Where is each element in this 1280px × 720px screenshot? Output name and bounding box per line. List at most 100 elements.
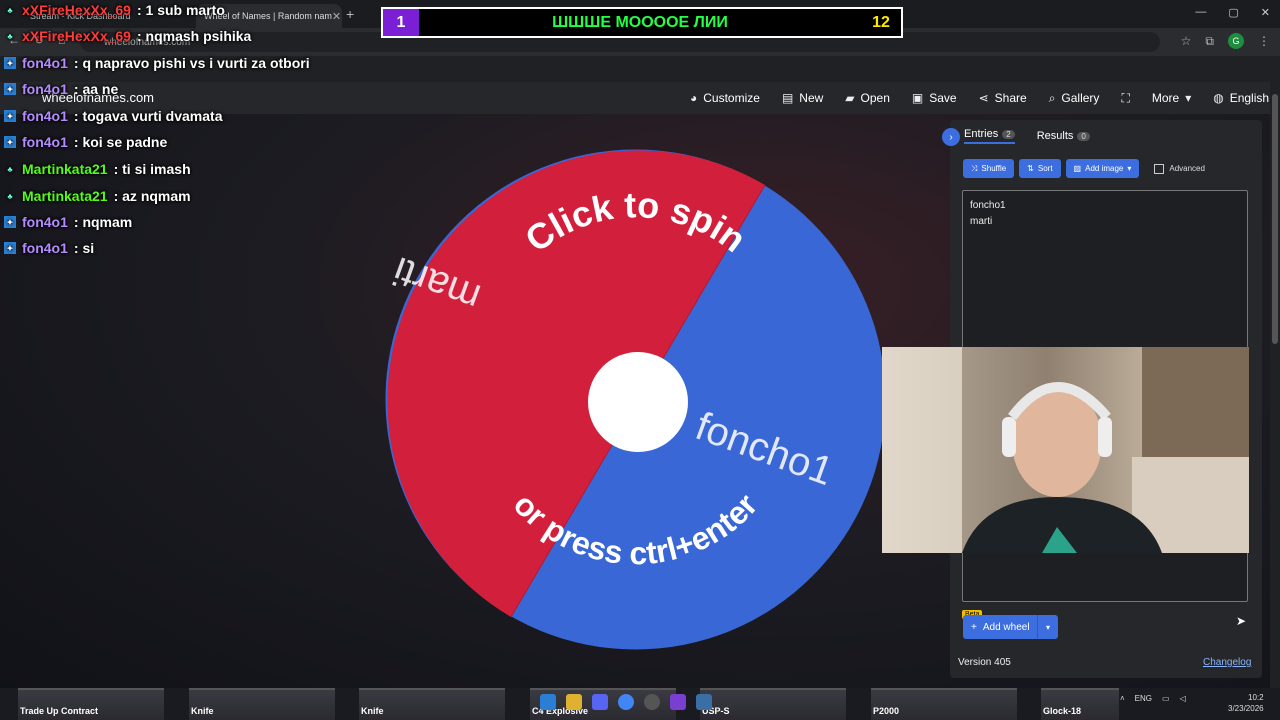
menu-save[interactable]: ▣ Save [912,91,957,105]
score-right: 12 [872,13,890,31]
menu-label: Open [860,91,890,105]
verified-badge-icon: ✦ [4,110,16,122]
profile-avatar[interactable]: G [1228,33,1244,49]
verified-badge-icon: ✦ [4,83,16,95]
close-tab-icon[interactable]: ✕ [332,10,341,23]
obs-icon[interactable] [644,694,660,710]
advanced-toggle[interactable]: Advanced [1154,163,1205,174]
menu-label: Save [929,91,957,105]
tab-results[interactable]: Results 0 [1037,130,1090,142]
chat-message: ✦ fon4o1 : aa ne [4,81,118,97]
new-tab-button[interactable]: + [346,6,354,22]
plus-icon: + [971,621,977,633]
save-icon: ▣ [911,91,924,105]
game-icon[interactable] [696,694,712,710]
verified-badge-icon: ✦ [4,242,16,254]
chat-username[interactable]: fon4o1 [22,55,68,71]
chevron-down-icon[interactable]: ▾ [1037,615,1058,639]
menu-label: Gallery [1061,91,1100,105]
chat-username[interactable]: xXFireHexXx_69 [22,2,131,18]
explorer-icon[interactable] [566,694,582,710]
discord-icon[interactable] [592,694,608,710]
chat-text: : aa ne [73,81,119,97]
extensions-icon[interactable]: ⧉ [1205,34,1214,49]
verified-badge-icon: ✦ [4,57,16,69]
browser-actions: ☆ ⧉ G ⋮ [1181,33,1270,49]
chat-text: : si [73,240,95,256]
fullscreen-icon: ⛶ [1121,90,1130,105]
subscriber-badge-icon: ♣ [7,164,13,174]
advanced-label: Advanced [1169,164,1205,173]
collapse-panel-button[interactable]: › [942,128,960,146]
changelog-link[interactable]: Changelog [1203,657,1251,668]
webcam-overlay [882,347,1249,553]
chat-username[interactable]: fon4o1 [22,240,68,256]
menu-customize[interactable]: ◕ Customize [690,91,760,105]
score-title: ШШШЕ МОООOE ЛИИ [552,13,728,31]
file-icon: ▤ [781,91,794,105]
clock[interactable]: 10:2 3/23/2026 [1228,692,1264,714]
app-icon[interactable] [670,694,686,710]
shuffle-icon: ⤨ [971,163,978,173]
advanced-checkbox[interactable] [1154,163,1165,174]
score-left: 1 [383,9,419,36]
add-image-button[interactable]: ▨ Add image ▾ [1065,159,1140,178]
entry-line: marti [970,216,993,227]
start-icon[interactable] [540,694,556,710]
volume-icon[interactable]: ◁ [1180,694,1186,703]
inventory-item[interactable]: Trade Up Contract [18,688,164,720]
chat-username[interactable]: fon4o1 [22,214,68,230]
inventory-item[interactable]: Knife [189,688,335,720]
menu-open[interactable]: ▰ Open [845,91,890,105]
browser-menu-icon[interactable]: ⋮ [1258,34,1270,48]
menu-label: New [799,91,824,105]
menu-fullscreen[interactable]: ⛶ [1121,91,1129,106]
entries-count: 2 [1002,130,1015,139]
chat-username[interactable]: fon4o1 [22,134,68,150]
share-icon: ⋖ [978,91,989,105]
menu-new[interactable]: ▤ New [782,91,823,105]
tray-chevron-icon[interactable]: ˄ [1120,694,1125,703]
maximize-icon[interactable]: ▢ [1228,6,1238,19]
chat-message: ✦ fon4o1: togava vurti dvamata [4,108,223,124]
tab-label: Entries [964,128,999,140]
sort-icon: ⇅ [1027,164,1034,173]
minimize-icon[interactable]: — [1195,6,1206,19]
chat-username[interactable]: Martinkata21 [22,161,108,177]
menu-gallery[interactable]: ⌕ Gallery [1049,91,1100,106]
menu-more[interactable]: More ▾ [1152,91,1191,105]
chat-text: : koi se padne [73,134,168,150]
tab-entries[interactable]: Entries 2 [964,128,1015,144]
button-label: Add wheel [982,621,1030,633]
spin-wheel[interactable]: marti foncho1 Click to spin or press ctr… [383,147,888,652]
menu-language[interactable]: ◍ English [1213,91,1269,105]
bookmark-star-icon[interactable]: ☆ [1181,34,1192,48]
image-icon: ▨ [1073,164,1082,173]
add-wheel-button[interactable]: + Add wheel ▾ [963,615,1058,639]
menu-share[interactable]: ⋖ Share [979,91,1027,105]
wheel-center[interactable] [588,352,688,452]
results-count: 0 [1077,132,1090,141]
inventory-item[interactable]: P2000 [871,688,1017,720]
window-controls: — ▢ ✕ [1195,6,1270,19]
inventory-item[interactable]: Knife [359,688,505,720]
chat-username[interactable]: fon4o1 [22,81,68,97]
chat-username[interactable]: Martinkata21 [22,188,108,204]
sort-button[interactable]: ⇅ Sort [1019,159,1061,178]
scrollbar-thumb[interactable] [1272,94,1278,344]
network-icon[interactable]: ▭ [1162,694,1170,703]
chat-username[interactable]: fon4o1 [22,108,68,124]
chat-text: : q napravo pishi vs i vurti za otbori [73,55,310,71]
taskbar-apps [540,694,712,710]
chat-username[interactable]: xXFireHexXx_69 [22,28,131,44]
chat-message: ♣ xXFireHexXx_69: nqmash psihika [4,28,251,44]
clock-time: 10:2 [1248,693,1264,702]
language-indicator[interactable]: ENG [1135,694,1152,703]
entries-toolbar: ⤨ Shuffle ⇅ Sort ▨ Add image ▾ Advanced [963,159,1205,178]
inventory-item[interactable]: Glock-18 [1041,688,1119,720]
shuffle-button[interactable]: ⤨ Shuffle [963,159,1015,178]
close-window-icon[interactable]: ✕ [1261,6,1270,19]
chrome-icon[interactable] [618,694,634,710]
inventory-item[interactable]: USP-S [700,688,846,720]
verified-badge-icon: ✦ [4,216,16,228]
